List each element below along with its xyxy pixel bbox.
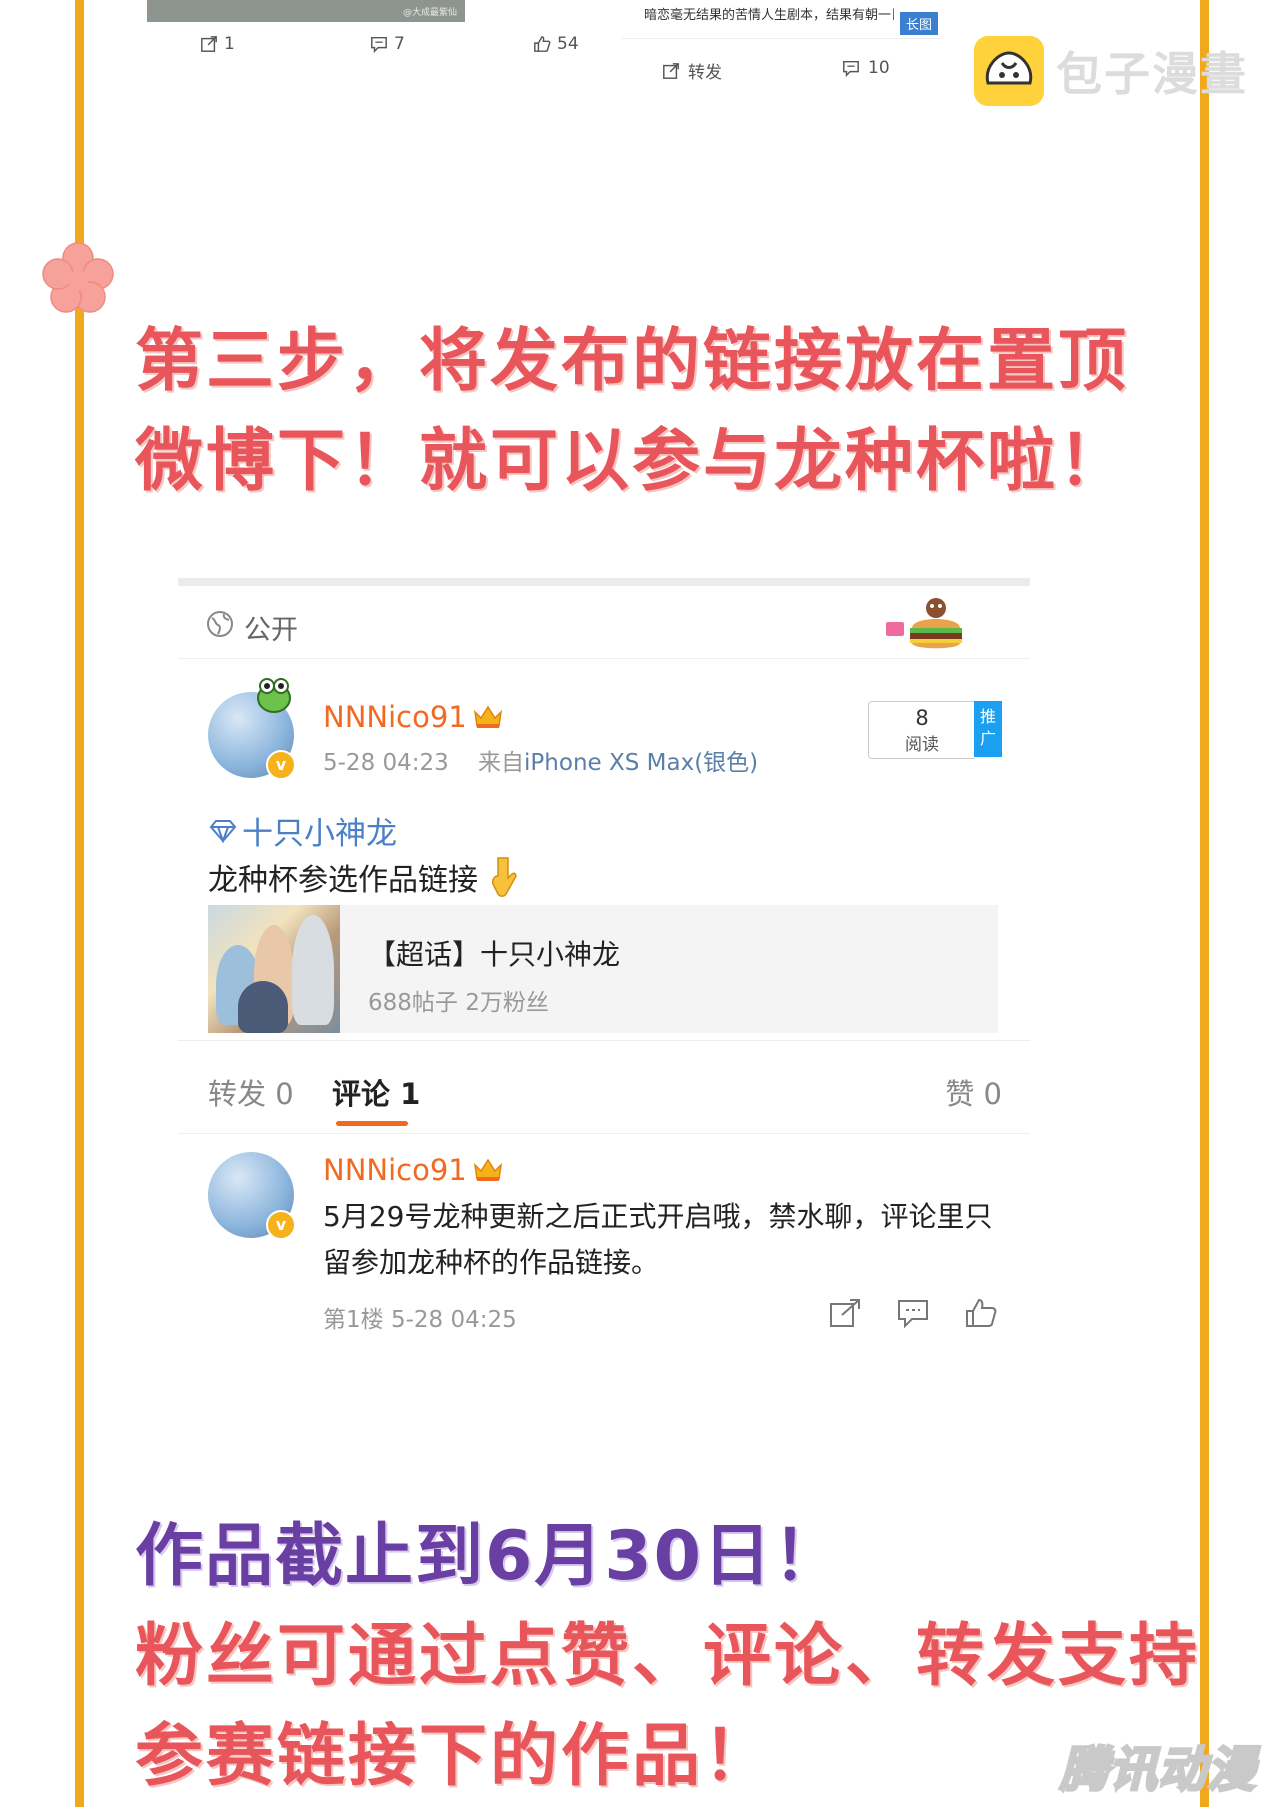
visibility-label: 公开: [244, 615, 298, 646]
read-count: 8: [915, 706, 929, 730]
image-caption: @大成最紫仙: [402, 8, 457, 18]
topic-card-stats: 688帖子 2万粉丝: [368, 990, 549, 1016]
baozi-logo-icon: [974, 36, 1044, 106]
share-icon: [201, 36, 217, 52]
support-text-line-1: 粉丝可通过点赞、评论、转发支持: [135, 1617, 1201, 1696]
top-forward-button[interactable]: 1: [200, 34, 235, 54]
top-right-post[interactable]: 暗恋毫无结果的苦情人生剧本，结果有朝一日，你有这条路上行走的时候，突然有人 长图: [622, 0, 942, 39]
vip-badge-icon: v: [266, 750, 296, 780]
read-count-box[interactable]: 8 阅读: [868, 701, 975, 759]
topic-card-title: 【超话】十只小神龙: [368, 938, 621, 971]
post-snippet-text: 暗恋毫无结果的苦情人生剧本，结果有朝一日，你有这条路上行走的时候，突然有人: [644, 8, 894, 23]
post-body: 龙种杯参选作品链接: [208, 855, 518, 899]
post-time: 5-28 04:23: [323, 750, 449, 776]
card-top-divider: [178, 578, 1030, 586]
comment-text: 5月29号龙种更新之后正式开启哦，禁水聊，评论里只留参加龙种杯的作品链接。: [323, 1200, 993, 1279]
author-avatar[interactable]: v: [208, 678, 296, 780]
share-icon: [663, 62, 679, 79]
flower-icon: [42, 242, 114, 313]
visibility-row: 公开: [178, 586, 1030, 659]
support-text-line-2: 参赛链接下的作品！: [135, 1717, 775, 1796]
tab-comments[interactable]: 评论 1: [332, 1071, 420, 1113]
baozi-watermark: 包子漫畫: [974, 36, 1248, 106]
source-prefix: 来自: [478, 750, 525, 776]
commenter-name-text: NNNico91: [323, 1153, 467, 1187]
super-topic-link[interactable]: 十只小神龙: [208, 808, 397, 853]
promote-button[interactable]: 推广: [974, 701, 1002, 757]
comment-count: 7: [394, 34, 405, 54]
interaction-tabs: 转发 0 评论 1 赞 0: [178, 1040, 1030, 1134]
forward-count: 1: [224, 34, 235, 54]
read-label: 阅读: [905, 735, 939, 755]
vip-badge-icon: v: [266, 1210, 296, 1240]
like-icon[interactable]: [964, 1298, 998, 1328]
burger-sticker-icon: [886, 598, 962, 649]
comment-icon[interactable]: [896, 1298, 930, 1328]
active-tab-indicator: [336, 1121, 408, 1126]
comment-actions: [828, 1298, 998, 1328]
super-topic-card[interactable]: 【超话】十只小神龙 688帖子 2万粉丝: [208, 905, 998, 1033]
globe-icon: [207, 611, 233, 637]
crown-icon: [473, 1158, 502, 1181]
tencent-comic-logo: 腾讯动漫: [1058, 1730, 1260, 1800]
comment-icon: [371, 36, 387, 53]
share-icon[interactable]: [828, 1298, 862, 1328]
pointing-down-hand-icon: [492, 857, 517, 897]
diamond-topic-icon: [209, 819, 237, 843]
author-name[interactable]: NNNico91: [323, 700, 503, 734]
tab-likes[interactable]: 赞 0: [945, 1071, 1002, 1113]
topic-thumbnail: [208, 905, 340, 1033]
comment-count: 10: [868, 58, 890, 78]
frame-border-right: [1200, 0, 1209, 1807]
tencent-comic-logo-text: 腾讯动漫: [1058, 1741, 1257, 1800]
headline-line-2: 微博下！就可以参与龙种杯啦！: [135, 422, 1130, 501]
top-post-image[interactable]: @大成最紫仙: [147, 0, 465, 22]
crown-icon: [473, 705, 502, 728]
long-image-badge: 长图: [900, 12, 939, 35]
commenter-avatar[interactable]: v: [208, 1152, 296, 1240]
deadline-text: 作品截止到6月30日！: [135, 1517, 843, 1596]
like-icon: [534, 36, 551, 52]
tab-forward[interactable]: 转发 0: [208, 1071, 294, 1113]
post-meta: 5-28 04:23 来自iPhone XS Max(银色): [323, 743, 758, 777]
comment-meta: 第1楼 5-28 04:25: [323, 1307, 517, 1333]
topic-link-text: 十只小神龙: [242, 816, 397, 852]
comment-icon: [843, 60, 859, 77]
post-source[interactable]: iPhone XS Max(银色): [524, 750, 758, 776]
frog-pendant-icon: [257, 678, 291, 713]
author-name-text: NNNico91: [323, 700, 467, 734]
like-count: 54: [557, 34, 579, 54]
headline-line-1: 第三步，将发布的链接放在置顶: [135, 322, 1130, 401]
post-body-text: 龙种杯参选作品链接: [208, 863, 478, 898]
top-like-button[interactable]: 54: [533, 34, 579, 54]
watermark-text: 包子漫畫: [1056, 47, 1248, 101]
top-comment-button[interactable]: 7: [370, 34, 405, 54]
rs-comment-button[interactable]: 10: [842, 58, 890, 78]
forward-label: 转发: [688, 63, 722, 83]
weibo-post-card: 公开 v NNNico91 5-28 04:23 来自iPhone XS Max…: [178, 578, 1030, 1333]
commenter-name[interactable]: NNNico91: [323, 1153, 503, 1187]
rs-forward-button[interactable]: 转发: [662, 58, 722, 83]
